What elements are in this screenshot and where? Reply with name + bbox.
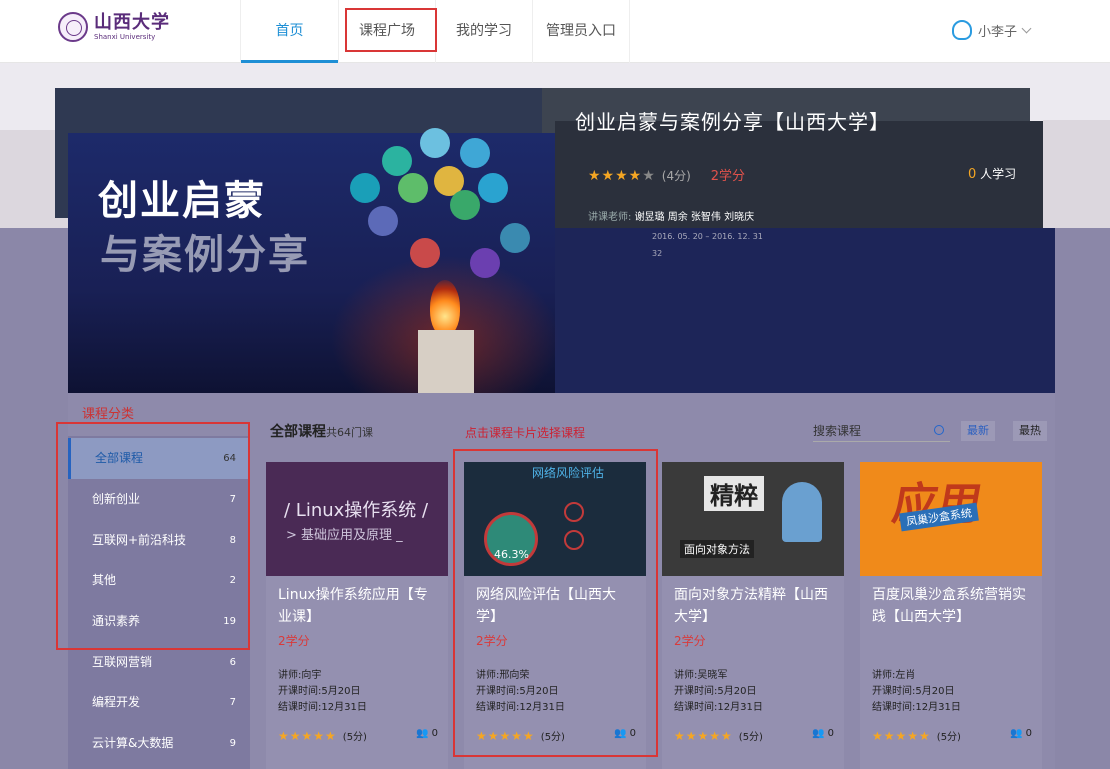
banner-image-subtitle: 与案例分享 bbox=[100, 232, 310, 278]
course-credit: 2学分 bbox=[674, 634, 706, 648]
featured-course-title[interactable]: 创业启蒙与案例分享【山西大学】 bbox=[575, 106, 890, 135]
learners-icon: 👥 0 bbox=[1009, 728, 1032, 739]
category-title: 课程分类 bbox=[82, 407, 135, 422]
chat-icon bbox=[350, 173, 380, 203]
category-item[interactable]: 云计算&大数据 9 bbox=[68, 723, 250, 764]
candle bbox=[418, 330, 474, 394]
nav-home[interactable]: 首页 bbox=[241, 0, 338, 63]
search-input[interactable]: 搜索课程 bbox=[813, 420, 950, 442]
university-seal-icon bbox=[58, 12, 88, 42]
globe-icon bbox=[368, 206, 398, 236]
course-thumbnail: 精粹 面向对象方法 bbox=[662, 462, 844, 576]
rating-score: (4分) bbox=[661, 169, 691, 183]
highlight-box-nav bbox=[345, 8, 437, 52]
people-icon bbox=[460, 138, 490, 168]
background-band bbox=[1043, 120, 1110, 228]
chart-icon bbox=[398, 173, 428, 203]
course-credit: 2学分 bbox=[278, 634, 310, 648]
user-menu[interactable]: 小李子 bbox=[951, 20, 1032, 40]
banner-image-extension bbox=[555, 228, 1055, 393]
course-rating: ★★★★★ (5分) 👥 0 bbox=[674, 728, 834, 743]
course-title: 面向对象方法精粹【山西大学】 bbox=[674, 587, 828, 625]
course-card[interactable]: 应用 凤巢沙盒系统 百度凤巢沙盒系统营销实践【山西大学】 讲师:左肖 开课时间:5… bbox=[860, 462, 1042, 769]
sort-hottest-button[interactable]: 最热 bbox=[1013, 421, 1047, 441]
nav-divider bbox=[629, 0, 630, 63]
candle-flame bbox=[430, 280, 460, 336]
course-meta: 讲师:左肖 开课时间:5月20日 结课时间:12月31日 bbox=[872, 670, 961, 713]
course-list-heading: 全部课程共64门课 bbox=[270, 424, 373, 440]
course-thumbnail: 应用 凤巢沙盒系统 bbox=[860, 462, 1042, 576]
course-credit: 2学分 bbox=[710, 169, 746, 184]
course-title: Linux操作系统应用【专业课】 bbox=[278, 587, 428, 625]
logo-name: 山西大学 bbox=[94, 11, 170, 33]
learner-count: 0 人学习 bbox=[968, 167, 1017, 182]
course-rating: ★★★★★ (5分) 👥 0 bbox=[278, 728, 438, 743]
course-meta: 讲师:吴晓军 开课时间:5月20日 结课时间:12月31日 bbox=[674, 670, 763, 713]
top-navbar: 山西大学 Shanxi University 首页 课程广场 我的学习 管理员入… bbox=[0, 0, 1110, 63]
banner-image-title: 创业启蒙 bbox=[98, 178, 266, 224]
location-icon bbox=[478, 173, 508, 203]
highlight-box-categories bbox=[56, 422, 250, 650]
course-card[interactable]: 精粹 面向对象方法 面向对象方法精粹【山西大学】 2学分 讲师:吴晓军 开课时间:… bbox=[662, 462, 844, 769]
course-thumbnail: / Linux操作系统 / > 基础应用及原理 _ bbox=[266, 462, 448, 576]
teacher-list: 讲课老师: 谢昱璐 周余 张智伟 刘晓庆 bbox=[588, 212, 755, 223]
university-logo[interactable]: 山西大学 Shanxi University bbox=[58, 12, 170, 42]
cloud-icon bbox=[410, 238, 440, 268]
logo-english-name: Shanxi University bbox=[94, 32, 156, 41]
search-icon[interactable] bbox=[934, 425, 944, 435]
lightbulb-icon bbox=[420, 128, 450, 158]
learners-icon: 👥 0 bbox=[415, 728, 438, 739]
course-meta: 讲师:向宇 开课时间:5月20日 结课时间:12月31日 bbox=[278, 670, 367, 713]
send-icon bbox=[470, 248, 500, 278]
nav-admin-entry[interactable]: 管理员入口 bbox=[533, 0, 629, 63]
nav-my-learning[interactable]: 我的学习 bbox=[436, 0, 532, 63]
user-avatar-icon bbox=[951, 20, 972, 40]
category-item[interactable]: 编程开发 7 bbox=[68, 682, 250, 723]
idea-tree-illustration bbox=[350, 128, 550, 278]
graduation-cap-icon bbox=[500, 223, 530, 253]
modal-overlay bbox=[1055, 228, 1110, 769]
document-icon bbox=[450, 190, 480, 220]
course-card[interactable]: / Linux操作系统 / > 基础应用及原理 _ Linux操作系统应用【专业… bbox=[266, 462, 448, 769]
course-title: 百度凤巢沙盒系统营销实践【山西大学】 bbox=[872, 587, 1026, 625]
chevron-down-icon bbox=[1021, 23, 1032, 33]
sort-newest-button[interactable]: 最新 bbox=[961, 421, 995, 441]
highlight-box-card bbox=[453, 449, 658, 757]
learners-icon: 👥 0 bbox=[811, 728, 834, 739]
mail-icon bbox=[382, 146, 412, 176]
rating-stars: ★★★★★ bbox=[588, 168, 656, 184]
course-rating: ★★★★★ (5分) 👥 0 bbox=[872, 728, 1032, 743]
featured-course-rating: ★★★★★ (4分) 2学分 bbox=[588, 165, 745, 184]
instruction-hint: 点击课程卡片选择课程 bbox=[465, 426, 586, 440]
course-dates: 2016. 05. 20 – 2016. 12. 31 32 bbox=[652, 232, 763, 258]
user-name: 小李子 bbox=[977, 24, 1017, 40]
